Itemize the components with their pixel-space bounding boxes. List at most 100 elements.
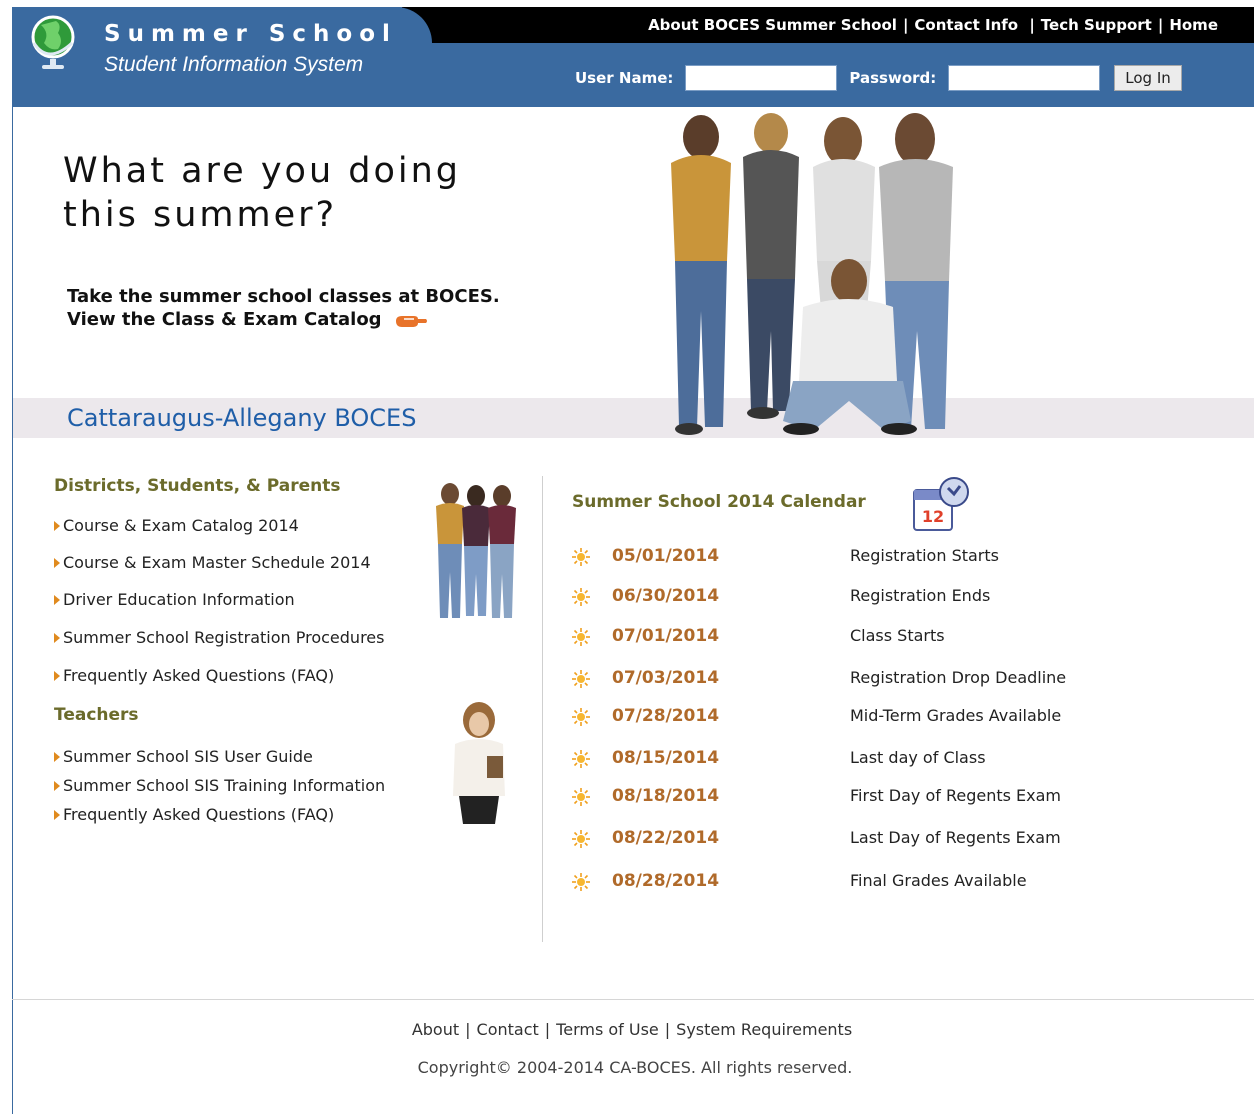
calendar-event: Registration Drop Deadline bbox=[850, 668, 1067, 687]
copyright-text: Copyright© 2004-2014 CA-BOCES. All right… bbox=[417, 1058, 853, 1077]
students-group-photo bbox=[671, 113, 953, 435]
calendar-row: 08/18/2014 First Day of Regents Exam bbox=[572, 786, 1132, 810]
calendar-date: 08/15/2014 bbox=[612, 748, 720, 768]
page-left-edge bbox=[12, 107, 13, 1114]
nav-link-about[interactable]: About BOCES Summer School bbox=[648, 16, 897, 34]
column-divider bbox=[542, 476, 543, 942]
login-form: User Name: Password: Log In bbox=[575, 65, 1182, 91]
link-label: Summer School Registration Procedures bbox=[63, 628, 385, 647]
nav-link-contact[interactable]: Contact Info bbox=[914, 16, 1018, 34]
link-master-schedule[interactable]: Course & Exam Master Schedule 2014 bbox=[54, 553, 371, 572]
triangle-bullet-icon bbox=[54, 520, 60, 531]
calendar-clock-icon: 12 bbox=[913, 477, 969, 531]
footer-separator: | bbox=[664, 1020, 671, 1039]
footer-link-terms[interactable]: Terms of Use bbox=[556, 1020, 659, 1039]
sun-icon bbox=[572, 788, 590, 806]
link-label: Driver Education Information bbox=[63, 590, 295, 609]
link-driver-education[interactable]: Driver Education Information bbox=[54, 590, 295, 609]
hero-banner: What are you doing this summer? Take the… bbox=[12, 107, 1254, 439]
calendar-date: 06/30/2014 bbox=[612, 586, 720, 606]
catalog-link-label: View the Class & Exam Catalog bbox=[67, 309, 382, 330]
link-label: Course & Exam Master Schedule 2014 bbox=[63, 553, 371, 572]
link-faq-districts[interactable]: Frequently Asked Questions (FAQ) bbox=[54, 666, 334, 685]
triangle-bullet-icon bbox=[54, 632, 60, 643]
calendar-date: 08/18/2014 bbox=[612, 786, 720, 806]
login-button[interactable]: Log In bbox=[1114, 65, 1182, 91]
site-header: About BOCES Summer School | Contact Info |… bbox=[12, 7, 1254, 107]
footer-nav: About | Contact | Terms of Use | System Requir… bbox=[0, 1020, 1254, 1039]
footer-link-system-requirements[interactable]: System Requirements bbox=[676, 1020, 852, 1039]
triangle-bullet-icon bbox=[54, 780, 60, 791]
calendar-event: Last Day of Regents Exam bbox=[850, 828, 1061, 847]
calendar-row: 08/15/2014 Last day of Class bbox=[572, 748, 1132, 772]
calendar-event: Mid-Term Grades Available bbox=[850, 706, 1062, 725]
password-label: Password: bbox=[849, 69, 937, 87]
footer-divider bbox=[12, 999, 1254, 1000]
link-label: Summer School SIS User Guide bbox=[63, 747, 313, 766]
brand-subtitle: Student Information System bbox=[104, 53, 364, 76]
sun-icon bbox=[572, 588, 590, 606]
calendar-icon-number: 12 bbox=[922, 507, 944, 526]
top-nav: About BOCES Summer School | Contact Info |… bbox=[648, 16, 1218, 34]
username-input[interactable] bbox=[685, 65, 838, 91]
calendar-row: 08/22/2014 Last Day of Regents Exam bbox=[572, 828, 1132, 852]
calendar-date: 08/22/2014 bbox=[612, 828, 720, 848]
link-label: Summer School SIS Training Information bbox=[63, 776, 386, 795]
section-heading-teachers: Teachers bbox=[54, 705, 139, 725]
footer-link-about[interactable]: About bbox=[412, 1020, 459, 1039]
calendar-date: 05/01/2014 bbox=[612, 546, 720, 566]
nav-link-tech-support[interactable]: Tech Support bbox=[1041, 16, 1152, 34]
sun-icon bbox=[572, 830, 590, 848]
triangle-bullet-icon bbox=[54, 557, 60, 568]
link-label: Frequently Asked Questions (FAQ) bbox=[63, 805, 335, 824]
sun-icon bbox=[572, 708, 590, 726]
triangle-bullet-icon bbox=[54, 751, 60, 762]
footer-link-contact[interactable]: Contact bbox=[477, 1020, 539, 1039]
footer-separator: | bbox=[465, 1020, 471, 1039]
nav-separator: | bbox=[1157, 16, 1164, 34]
calendar-row: 07/03/2014 Registration Drop Deadline bbox=[572, 668, 1132, 692]
link-label: Course & Exam Catalog 2014 bbox=[63, 516, 299, 535]
triangle-bullet-icon bbox=[54, 809, 60, 820]
calendar-event: Registration Starts bbox=[850, 546, 999, 565]
calendar-date: 07/03/2014 bbox=[612, 668, 720, 688]
nav-separator: | bbox=[1024, 16, 1035, 34]
calendar-event: Final Grades Available bbox=[850, 871, 1027, 890]
link-label: Frequently Asked Questions (FAQ) bbox=[63, 666, 335, 685]
sun-icon bbox=[572, 750, 590, 768]
link-sis-user-guide[interactable]: Summer School SIS User Guide bbox=[54, 747, 313, 766]
sun-icon bbox=[572, 628, 590, 646]
calendar-row: 08/28/2014 Final Grades Available bbox=[572, 871, 1132, 895]
catalog-link[interactable]: View the Class & Exam Catalog bbox=[67, 309, 428, 330]
calendar-heading: Summer School 2014 Calendar bbox=[572, 492, 866, 512]
sun-icon bbox=[572, 548, 590, 566]
link-sis-training[interactable]: Summer School SIS Training Information bbox=[54, 776, 385, 795]
nav-link-home[interactable]: Home bbox=[1169, 16, 1218, 34]
sun-icon bbox=[572, 670, 590, 688]
calendar-row: 05/01/2014 Registration Starts bbox=[572, 546, 1132, 570]
teacher-photo bbox=[453, 702, 505, 824]
calendar-date: 07/01/2014 bbox=[612, 626, 720, 646]
sun-icon bbox=[572, 873, 590, 891]
calendar-row: 06/30/2014 Registration Ends bbox=[572, 586, 1132, 610]
students-trio-photo bbox=[436, 483, 516, 618]
calendar-event: Class Starts bbox=[850, 626, 945, 645]
triangle-bullet-icon bbox=[54, 670, 60, 681]
calendar-date: 07/28/2014 bbox=[612, 706, 720, 726]
calendar-row: 07/28/2014 Mid-Term Grades Available bbox=[572, 706, 1132, 730]
footer-separator: | bbox=[544, 1020, 551, 1039]
password-input[interactable] bbox=[948, 65, 1101, 91]
calendar-event: Last day of Class bbox=[850, 748, 986, 767]
globe-icon[interactable] bbox=[28, 13, 78, 71]
calendar-event: First Day of Regents Exam bbox=[850, 786, 1061, 805]
calendar-date: 08/28/2014 bbox=[612, 871, 720, 891]
calendar-row: 07/01/2014 Class Starts bbox=[572, 626, 1132, 650]
link-faq-teachers[interactable]: Frequently Asked Questions (FAQ) bbox=[54, 805, 334, 824]
pointing-hand-icon bbox=[395, 316, 427, 327]
organization-title: Cattaraugus-Allegany BOCES bbox=[67, 404, 417, 432]
username-label: User Name: bbox=[575, 69, 674, 87]
triangle-bullet-icon bbox=[54, 594, 60, 605]
link-registration-procedures[interactable]: Summer School Registration Procedures bbox=[54, 628, 384, 647]
link-course-catalog[interactable]: Course & Exam Catalog 2014 bbox=[54, 516, 299, 535]
nav-separator: | bbox=[902, 16, 909, 34]
